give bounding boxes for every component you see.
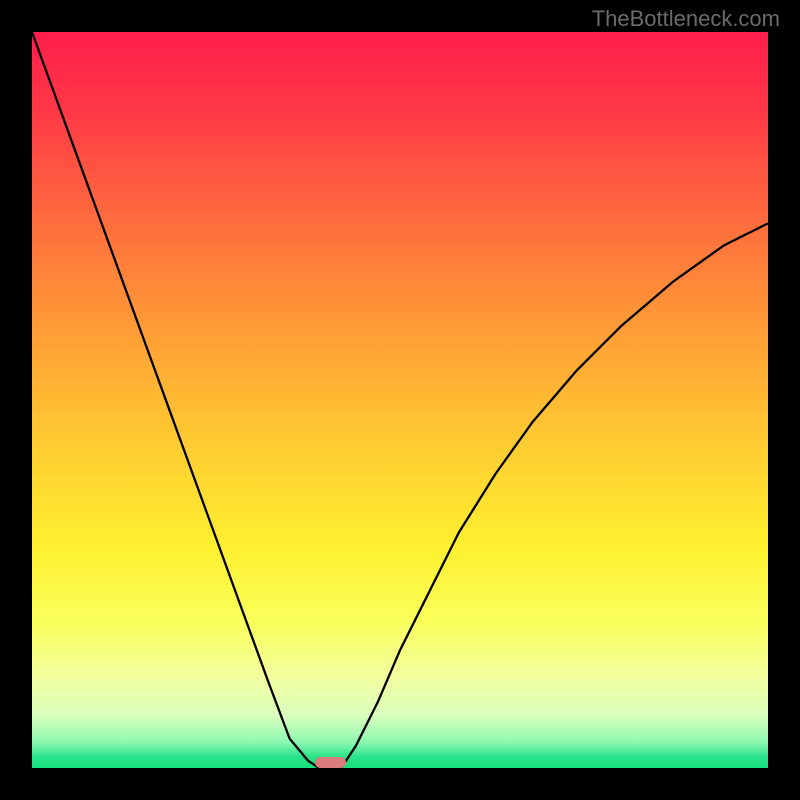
optimal-marker <box>315 757 346 768</box>
chart-frame: TheBottleneck.com <box>0 0 800 800</box>
bottleneck-curve <box>32 32 768 768</box>
watermark-text: TheBottleneck.com <box>592 6 780 32</box>
plot-area <box>32 32 768 768</box>
